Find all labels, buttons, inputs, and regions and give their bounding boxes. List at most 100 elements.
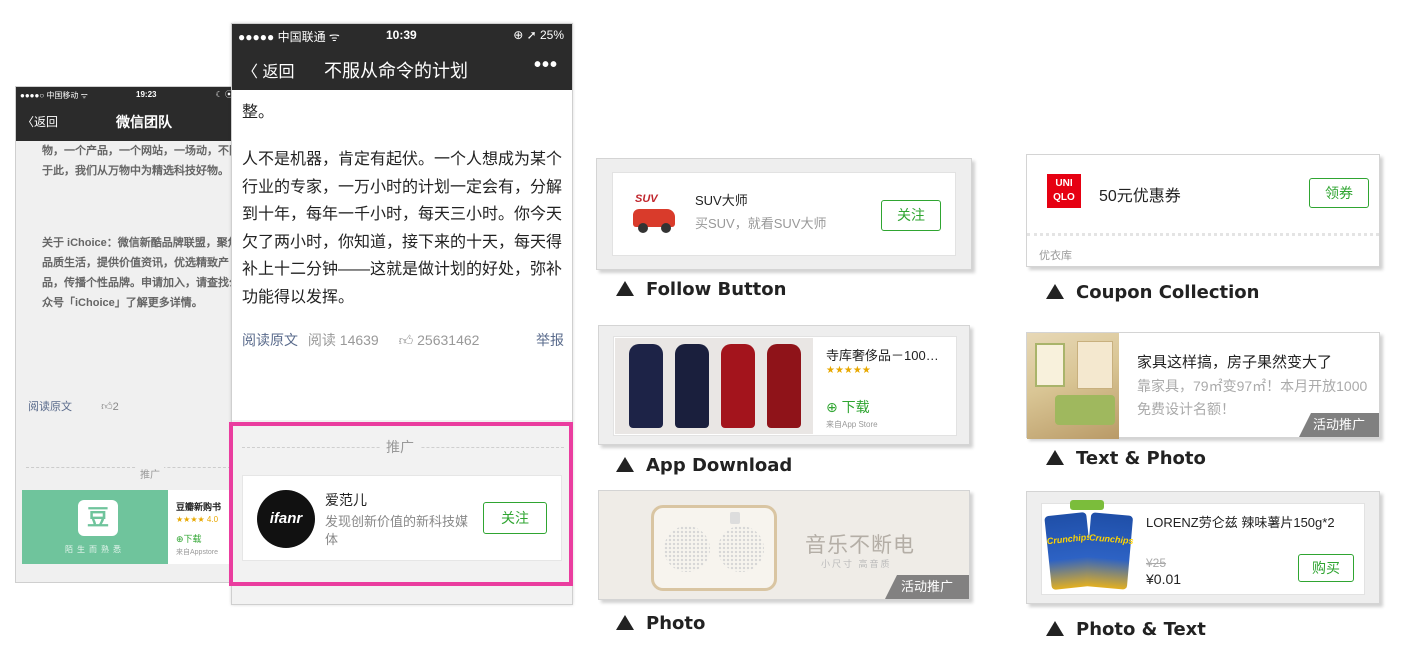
chips-bag: Crunchips (1084, 512, 1134, 590)
triangle-icon (616, 615, 634, 630)
caption-text: Photo & Text (1076, 619, 1206, 640)
ad-label: 推广 (136, 466, 164, 481)
buy-button[interactable]: 购买 (1298, 554, 1354, 582)
caption-photo: Photo (616, 613, 705, 634)
thumbs-up-icon: 👍︎ (101, 401, 113, 413)
status-time: 19:23 (136, 90, 157, 99)
uniqlo-logo: UNI QLO (1047, 174, 1081, 208)
app-name: 豆瓣新购书 (176, 502, 222, 512)
nav-bar: 〈返回 微信团队 (16, 103, 239, 141)
app-ad-card[interactable]: 豆 陌生而熟悉 豆瓣新购书 ★★★★ 4.0 ⊕下载 来自Appstore (22, 490, 239, 564)
dress-image (675, 344, 709, 428)
triangle-icon (616, 281, 634, 296)
claim-coupon-button[interactable]: 领券 (1309, 178, 1369, 208)
photo-ad-example[interactable]: 音乐不断电 小尺寸 高音质 活动推广 (598, 490, 970, 600)
like-button[interactable]: 👍︎ 25631462 (399, 332, 480, 348)
ad-banner-image: 豆 陌生而熟悉 (22, 490, 168, 564)
article-footer: 阅读原文 👍︎2 (28, 398, 119, 414)
text-photo-ad-example[interactable]: 家具这样搞，房子果然变大了 靠家具，79㎡变97㎡！本月开放1000免费设计名额… (1026, 332, 1380, 439)
caption-text: Photo (646, 613, 706, 634)
dress-image (629, 344, 663, 428)
download-button[interactable]: ⊕ 下载 (826, 397, 870, 417)
article-paragraph: 关于 iChoice：微信新酷品牌联盟，聚焦品质生活，提供价值资讯，优选精致产品… (42, 237, 240, 309)
bed-image (1055, 395, 1115, 425)
app-logo: 豆 (78, 500, 118, 536)
ad-slogan: 音乐不断电 (805, 534, 915, 557)
article-paragraph: 整。 (242, 104, 275, 121)
rating-stars: ★★★★★ (826, 365, 871, 376)
status-icons: ⊕ ➚ 25% (513, 28, 564, 42)
follow-button[interactable]: 关注 (881, 200, 941, 231)
coupon-title: 50元优惠券 (1099, 188, 1181, 205)
sale-price: ¥0.01 (1146, 571, 1182, 587)
suv-logo: SUV (633, 193, 681, 239)
back-button[interactable]: 〈返回 (22, 113, 58, 130)
product-image: Crunchips Crunchips (1042, 500, 1136, 592)
coupon-ad-example: UNI QLO 50元优惠券 领券 优衣库 (1026, 154, 1380, 267)
follow-button-ad-example: SUV SUV大师 买SUV，就看SUV大师 关注 (596, 158, 972, 270)
nav-bar: 〈 返回 不服从命令的计划 ••• (232, 46, 572, 90)
promo-badge (1070, 500, 1104, 510)
read-original-link[interactable]: 阅读原文 (28, 401, 72, 413)
account-description: 买SUV，就看SUV大师 (695, 216, 827, 231)
like-count: 2 (112, 401, 119, 413)
app-download-ad-example: 寺库奢侈品－100… ★★★★★ ⊕ 下载 来自App Store (598, 325, 970, 445)
thumbs-up-icon: 👍︎ (398, 332, 418, 348)
ad-card[interactable]: SUV SUV大师 买SUV，就看SUV大师 关注 (612, 172, 956, 256)
source-label: 来自App Store (826, 420, 878, 429)
article-content: 整。 人不是机器，肯定有起伏。一个人想成为某个行业的专家，一万小时的计划一定会有… (232, 90, 572, 420)
carrier-signal: ●●●●○ 中国移动 ᯤ (20, 91, 88, 100)
account-name: SUV大师 (695, 193, 748, 208)
ad-slogan: 陌生而熟悉 (65, 545, 125, 554)
caption-text: Coupon Collection (1076, 282, 1260, 303)
page-title: 微信团队 (116, 114, 172, 130)
product-card[interactable]: Crunchips Crunchips LORENZ劳仑兹 辣味薯片150g*2… (1041, 500, 1365, 595)
triangle-icon (1046, 450, 1064, 465)
brand-wordmark: SUV (635, 193, 658, 205)
caption-follow-button: Follow Button (616, 279, 786, 300)
ad-highlight-frame (229, 422, 573, 586)
caption-text-photo: Text & Photo (1046, 448, 1206, 469)
status-time: 10:39 (386, 28, 417, 42)
caption-text: App Download (646, 455, 793, 476)
read-original-link[interactable]: 阅读原文 (242, 332, 298, 348)
report-link[interactable]: 举报 (536, 330, 564, 350)
wheel-icon (661, 223, 671, 233)
speaker-knob (730, 512, 740, 524)
caption-coupon-collection: Coupon Collection (1046, 282, 1259, 303)
app-name: 寺库奢侈品－100… (826, 348, 939, 363)
article-paragraph: 人不是机器，肯定有起伏。一个人想成为某个行业的专家，一万小时的计划一定会有，分解… (242, 151, 563, 306)
speaker-grill (718, 526, 764, 572)
like-button[interactable]: 👍︎2 (101, 401, 119, 413)
ad-card[interactable]: 寺库奢侈品－100… ★★★★★ ⊕ 下载 来自App Store (613, 336, 957, 436)
speaker-image (651, 505, 777, 591)
rating-stars: ★★★★ 4.0 (176, 515, 219, 524)
more-icon[interactable]: ••• (534, 54, 558, 77)
dress-image (721, 344, 755, 428)
caption-photo-text: Photo & Text (1046, 619, 1206, 640)
back-button[interactable]: 〈 返回 (242, 58, 294, 82)
room-photo (1027, 333, 1119, 439)
triangle-icon (616, 457, 634, 472)
source-label: 来自Appstore (176, 549, 219, 556)
photo-text-ad-example: Crunchips Crunchips LORENZ劳仑兹 辣味薯片150g*2… (1026, 491, 1380, 604)
speaker-grill (664, 526, 710, 572)
carrier-signal: ●●●●● 中国联通 ᯤ (238, 30, 340, 44)
original-price: ¥25 (1146, 556, 1167, 570)
dress-photo (615, 338, 813, 434)
article-paragraph: 物，一个产品，一个网站，一场动，不限于此，我们从万物中为精选科技好物。 (42, 145, 240, 177)
promo-tag: 活动推广 (1299, 413, 1379, 437)
shelf-image (1077, 341, 1113, 389)
dress-image (767, 344, 801, 428)
read-count: 阅读 14639 (307, 332, 379, 348)
back-phone-screenshot: ●●●●○ 中国移动 ᯤ 19:23 ☾ ⦿ 〈返回 微信团队 物，一个产品，一… (15, 86, 240, 583)
caption-text: Follow Button (646, 279, 787, 300)
perforation-divider (1027, 233, 1379, 236)
status-bar: ●●●●○ 中国移动 ᯤ 19:23 ☾ ⦿ (16, 87, 239, 103)
promo-tag: 活动推广 (885, 575, 969, 599)
ad-title: 家具这样搞，房子果然变大了 (1137, 354, 1333, 371)
caption-text: Text & Photo (1076, 448, 1206, 469)
download-button[interactable]: ⊕下载 (176, 532, 202, 545)
triangle-icon (1046, 284, 1064, 299)
caption-app-download: App Download (616, 455, 792, 476)
